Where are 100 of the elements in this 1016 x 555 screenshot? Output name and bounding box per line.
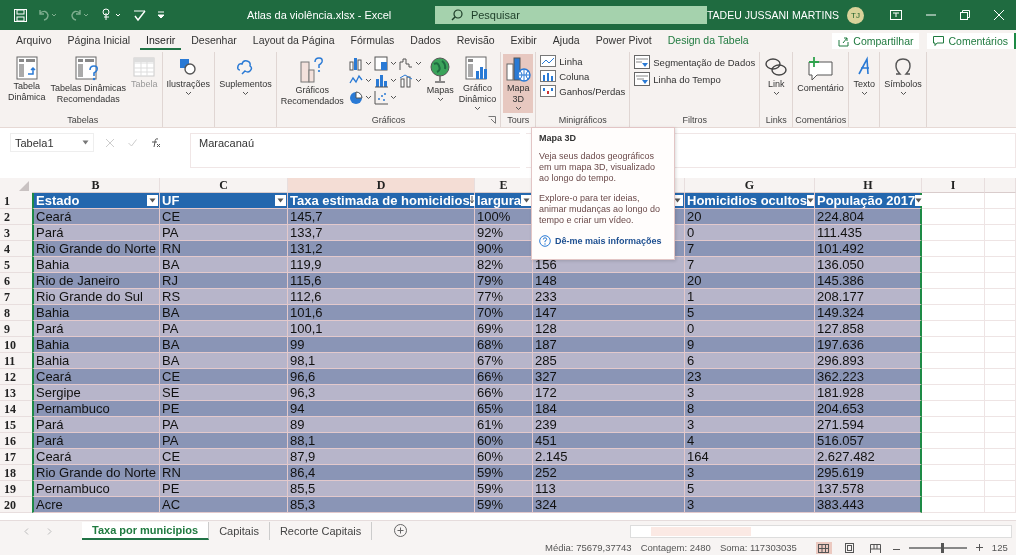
table-cell: RN (160, 465, 288, 481)
row-number: 10 (0, 337, 32, 353)
caret-icon (772, 91, 780, 96)
ribbon-command[interactable]: Coluna (538, 69, 628, 83)
ribbon-command[interactable]: Tabelas Dinâmicas Recomendadas (48, 54, 129, 112)
caret-icon (806, 198, 814, 203)
ribbon-command[interactable]: Texto (851, 54, 878, 112)
name-box[interactable]: Tabela1 (10, 133, 94, 152)
view-button[interactable] (867, 542, 884, 554)
ribbon-command[interactable]: Gráfico Dinâmico (456, 54, 499, 113)
filter-button[interactable] (147, 195, 158, 206)
table-cell: 61% (475, 417, 533, 433)
table-header-cell: UF (160, 193, 288, 209)
group-label: Tours (507, 115, 530, 125)
page-break-icon (870, 543, 882, 553)
group-label: Comentários (795, 115, 847, 125)
sheet-tab[interactable]: Taxa por municipios (82, 522, 210, 540)
sheet-tab[interactable]: Capitais (209, 522, 270, 540)
column-header[interactable]: C (160, 178, 288, 193)
table-cell: 101,6 (288, 305, 475, 321)
ribbon-command[interactable]: Ilustrações (164, 54, 213, 112)
dialog-launcher-icon[interactable] (488, 116, 497, 124)
search-field[interactable]: Pesquisar (434, 6, 707, 24)
ribbon-command[interactable]: Comentário (795, 54, 846, 112)
column-header[interactable]: D (288, 178, 475, 193)
row-number: 9 (0, 321, 32, 337)
ribbon-tab[interactable]: Fórmulas (344, 32, 401, 50)
share-button[interactable]: Compartilhar (832, 33, 920, 49)
ribbon-command[interactable]: Linha do Tempo (632, 71, 758, 87)
line-sparkline-icon (540, 55, 557, 67)
column-chart-icon (348, 56, 364, 71)
column-header[interactable]: H (815, 178, 922, 193)
ribbon-tab[interactable]: Exibir (504, 32, 543, 50)
empty-cell (985, 449, 1016, 465)
status-text: Contagem: 2480 (640, 541, 711, 555)
ribbon-tab[interactable]: Página Inicial (61, 32, 137, 50)
table-cell: 137.578 (815, 481, 922, 497)
empty-cell (985, 401, 1016, 417)
ribbon-tab[interactable]: Inserir (140, 32, 182, 50)
table-cell: BA (160, 353, 288, 369)
table-header-cell: População 2017 (815, 193, 922, 209)
filter-button[interactable] (521, 195, 531, 206)
table-cell: Sergipe (32, 385, 160, 401)
ribbon-command[interactable]: Segmentação de Dados (632, 54, 758, 70)
status-text: Soma: 117303035 (719, 541, 797, 555)
filter-button[interactable] (275, 195, 286, 206)
ribbon-tab[interactable]: Design da Tabela (661, 32, 755, 50)
table-cell: Pernambuco (32, 481, 160, 497)
table-cell: 187 (533, 337, 685, 353)
ribbon-command[interactable]: Link (762, 54, 791, 112)
row-number: 19 (0, 481, 32, 497)
caret-icon (241, 91, 249, 96)
ribbon-command[interactable]: Suplementos (217, 54, 274, 112)
ribbon-command[interactable]: Ganhos/Perdas (538, 84, 628, 98)
ribbon-command[interactable]: Mapas (424, 54, 456, 112)
horizontal-scrollbar[interactable] (630, 524, 1012, 538)
table-header-cell: Homicidios ocultos (685, 193, 815, 209)
column-header[interactable]: G (685, 178, 815, 193)
caret-icon (82, 140, 89, 145)
table-cell: PA (160, 321, 288, 337)
formula-field[interactable]: Maracanaú (190, 133, 520, 168)
filter-button[interactable] (915, 195, 923, 206)
ribbon-tab[interactable]: Dados (404, 32, 447, 50)
caret-icon (184, 91, 192, 96)
user-avatar[interactable]: TJ (847, 6, 864, 24)
ribbon-tab[interactable]: Arquivo (10, 32, 58, 50)
ribbon-command[interactable]: Linha (538, 54, 628, 68)
timeline-icon (634, 72, 651, 86)
sheet-tab[interactable]: Recorte Capitais (269, 522, 373, 540)
ribbon-command[interactable]: Símbolos (882, 54, 924, 112)
table-cell: RS (160, 289, 288, 305)
view-button[interactable] (815, 542, 832, 554)
ribbon-tab[interactable]: Ajuda (546, 32, 586, 50)
help-link[interactable]: Dê-me mais informações (539, 235, 667, 247)
ribbon-command[interactable]: Gráficos Recomendados (278, 54, 346, 112)
table-cell: 4 (685, 433, 815, 449)
table-cell: 3 (685, 385, 815, 401)
ribbon-command[interactable]: Mapa 3D (503, 54, 534, 113)
comments-button[interactable]: Comentários (927, 33, 1014, 49)
page-icon (845, 543, 855, 553)
waterfall-chart-icon (398, 56, 414, 71)
table-cell: Bahia (32, 305, 160, 321)
ribbon-tab[interactable]: Revisão (450, 32, 501, 50)
table-cell: 2.145 (533, 449, 685, 465)
column-header[interactable]: B (32, 178, 160, 193)
filter-button[interactable] (806, 195, 814, 206)
ribbon-tab[interactable]: Layout da Página (246, 32, 341, 50)
ribbon-command[interactable]: Tabela Dinâmica (6, 54, 48, 112)
column-header[interactable]: E (475, 178, 533, 193)
column-header[interactable]: I (922, 178, 985, 193)
table-cell: Ceará (32, 369, 160, 385)
ribbon-tab[interactable]: Desenhar (185, 32, 243, 50)
ribbon-tab[interactable]: Power Pivot (589, 32, 658, 50)
table-cell: 145,7 (288, 209, 475, 225)
caret-icon (364, 95, 372, 100)
slicer-icon (634, 55, 651, 69)
table-cell: 90% (475, 241, 533, 257)
table-cell: 7 (685, 241, 815, 257)
zoom-in-icon (975, 544, 983, 551)
empty-cell (985, 193, 1016, 209)
